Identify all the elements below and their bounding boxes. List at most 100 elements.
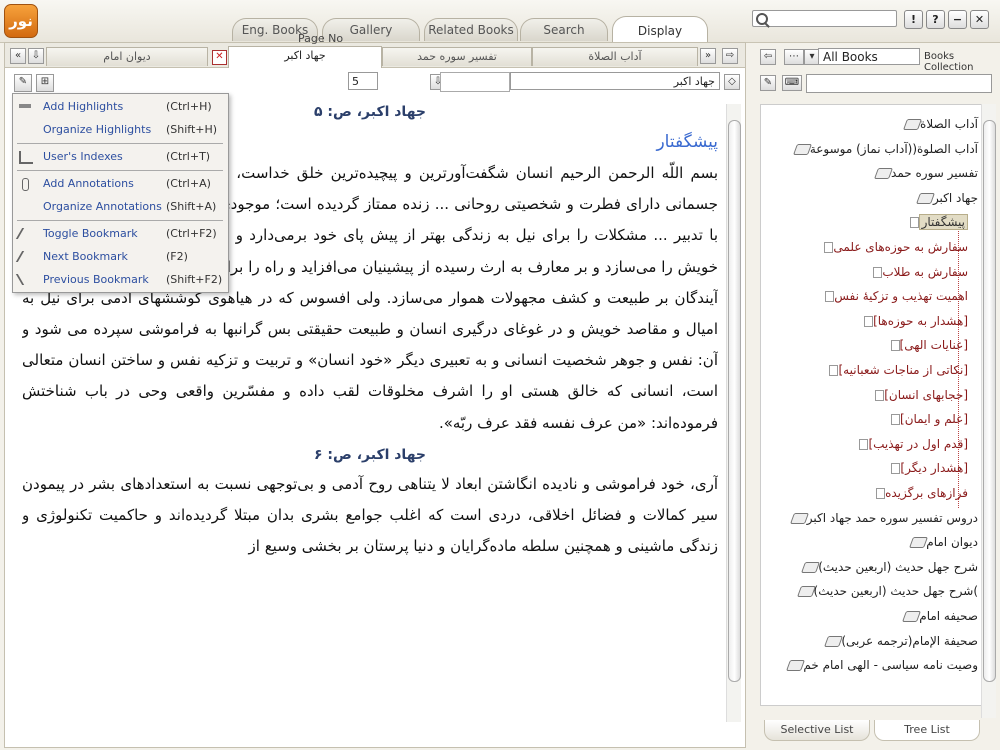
tree-subitem[interactable]: [نکاتی از مناجات شعبانیه] — [824, 358, 968, 382]
tree-book-item[interactable]: شرح جهل حدیث (اربعین حدیث) — [797, 555, 978, 579]
tools-icon[interactable]: ✎ — [760, 75, 776, 91]
menu-toggle-bookmark[interactable]: Toggle Bookmark (Ctrl+F2) — [13, 222, 228, 245]
tab-search[interactable]: Search — [520, 18, 608, 41]
doc-tab-divan-imam[interactable]: دیوان امام — [46, 47, 208, 66]
tree-item-label: شرح جهل حدیث (اربعین حدیث) — [818, 559, 978, 574]
highlight-icon — [19, 104, 31, 108]
tree-book-item[interactable]: دروس تفسیر سوره حمد جهاد اکبر — [786, 506, 978, 530]
tree-subitem[interactable]: [قدم اول در تهذیب] — [854, 432, 968, 456]
tree-item-label: پیشگفتار — [918, 214, 968, 231]
content-scrollbar-thumb[interactable] — [728, 120, 741, 682]
menu-users-indexes[interactable]: User's Indexes (Ctrl+T) — [13, 145, 228, 168]
menu-organize-highlights[interactable]: Organize Highlights (Shift+H) — [13, 118, 228, 141]
secondary-field[interactable] — [440, 72, 510, 92]
tree-subitem[interactable]: سفارش به حوزه‌های علمی — [819, 235, 968, 259]
tools-wrench-icon[interactable]: ✎ — [14, 74, 32, 92]
tree-item-label: فرازهای برگزیده — [885, 486, 968, 500]
page-icon — [873, 266, 883, 278]
menu-separator — [17, 220, 223, 221]
page-icon — [875, 389, 885, 401]
tree-item-label: اهمیت تهذیب و تزکیهٔ نفس — [834, 289, 968, 304]
tree-scrollbar[interactable] — [981, 104, 996, 718]
tree-item-label: [حجابهای انسان] — [884, 387, 968, 402]
tree-book-item[interactable]: صحیفه امام — [898, 604, 978, 628]
tab-menu-down-icon[interactable]: ⇩ — [28, 48, 44, 64]
book-filter-input[interactable] — [806, 74, 992, 93]
tree-item-label: سفارش به طلاب — [882, 264, 968, 279]
tree-book-item[interactable]: دیوان امام — [905, 530, 978, 554]
tab-related-books[interactable]: Related Books — [424, 18, 518, 41]
page-heading-6: جهاد اکبر، ص: ۶ — [313, 446, 427, 463]
paragraph-2: آری، خود فراموشی و نادیده انگاشتن ابعاد … — [22, 474, 718, 556]
tree-book-item[interactable]: صحیفة الإمام(ترجمه عربی) — [820, 629, 978, 653]
menu-organize-annotations[interactable]: Organize Annotations (Shift+A) — [13, 195, 228, 218]
tree-item-label: آداب الصلوة((آداب نماز) موسوعة — [809, 141, 978, 156]
tag-icon[interactable]: ◇ — [724, 74, 740, 90]
tree-item-label: [عنایات الهی] — [899, 338, 968, 353]
tree-subitem[interactable]: اهمیت تهذیب و تزکیهٔ نفس — [820, 284, 968, 308]
current-book-field[interactable]: جهاد اکبر — [510, 72, 720, 90]
tree-book-item[interactable]: آداب الصلوة((آداب نماز) موسوعة — [789, 137, 978, 161]
scroll-tabs-right-button[interactable]: » — [700, 48, 716, 64]
tree-subitem[interactable]: فرازهای برگزیده — [871, 481, 968, 505]
index-icon — [19, 151, 33, 164]
scroll-tabs-left-button[interactable]: « — [10, 48, 26, 64]
tree-item-label: صحیفة الإمام(ترجمه عربی) — [841, 633, 978, 648]
tree-subitem[interactable]: [هشدار دیگر] — [886, 456, 968, 480]
tree-book-item[interactable]: تفسیر سوره حمد — [870, 161, 978, 185]
layout-toggle-icon[interactable]: ⊞ — [36, 74, 54, 92]
paperclip-icon — [22, 178, 29, 191]
tree-subitem[interactable]: [عنایات الهی] — [886, 333, 968, 357]
tree-scrollbar-thumb[interactable] — [983, 120, 996, 682]
page-icon — [909, 217, 919, 229]
tree-item-label: وصیت نامه سیاسی - الهی امام خم — [803, 658, 978, 673]
help-button[interactable]: ? — [926, 10, 945, 29]
tree-subitem[interactable]: [حجابهای انسان] — [870, 383, 968, 407]
tree-book-item[interactable]: وصیت نامه سیاسی - الهی امام خم — [782, 653, 978, 677]
back-arrow-icon[interactable]: ⇦ — [760, 49, 776, 65]
app-logo: نور — [4, 4, 38, 38]
page-number-label: Page No — [298, 32, 344, 45]
menu-add-highlights[interactable]: Add Highlights (Ctrl+H) — [13, 95, 228, 118]
page-icon — [890, 340, 900, 352]
keyboard-icon[interactable]: ⌨ — [782, 75, 802, 91]
close-tab-icon[interactable]: ✕ — [212, 50, 227, 65]
more-options-icon[interactable]: ⋯ — [784, 49, 804, 65]
tree-subitem[interactable]: سفارش به طلاب — [868, 260, 968, 284]
forward-arrow-icon[interactable]: ⇨ — [722, 48, 738, 64]
tree-item-label: جهاد اکبر — [932, 190, 978, 205]
books-collection-label: Books Collection — [924, 51, 974, 73]
menu-next-bookmark[interactable]: Next Bookmark (F2) — [13, 245, 228, 268]
tree-subitem[interactable]: [علم و ایمان] — [886, 407, 968, 431]
menu-previous-bookmark[interactable]: Previous Bookmark (Shift+F2) — [13, 268, 228, 291]
tree-book-item[interactable]: آداب الصلاة — [899, 112, 978, 136]
doc-tab-jihad-akbar[interactable]: جهاد اکبر — [228, 46, 382, 68]
page-icon — [876, 488, 886, 499]
page-number-input[interactable]: 5 — [348, 72, 378, 90]
close-button[interactable]: ✕ — [970, 10, 989, 29]
tab-display[interactable]: Display — [612, 16, 708, 43]
tree-item-label: [هشدار به حوزه‌ها] — [873, 313, 968, 328]
tab-selective-list[interactable]: Selective List — [764, 720, 870, 741]
menu-add-annotations[interactable]: Add Annotations (Ctrl+A) — [13, 172, 228, 195]
help-info-button[interactable]: ! — [904, 10, 923, 29]
bookmark-icon — [15, 228, 37, 239]
tree-item-label: صحیفه امام — [919, 609, 978, 623]
tree-book-item[interactable]: جهاد اکبر — [912, 186, 978, 210]
tree-subitem[interactable]: پیشگفتار — [905, 210, 968, 234]
books-collection-select[interactable]: All Books — [818, 48, 920, 65]
tree-item-label: آداب الصلاة — [920, 117, 978, 131]
previous-bookmark-icon — [15, 274, 37, 285]
next-bookmark-icon — [15, 251, 37, 262]
page-icon — [825, 291, 835, 303]
tree-item-label: شرح جهل حدیث (اربعین حدیث)( — [813, 584, 978, 599]
tree-subitem[interactable]: [هشدار به حوزه‌ها] — [859, 309, 968, 333]
tab-tree-list[interactable]: Tree List — [874, 720, 980, 741]
doc-tab-adab-salat[interactable]: آداب الصلاة — [532, 47, 698, 66]
content-scrollbar[interactable] — [726, 104, 741, 722]
global-search-input[interactable] — [752, 10, 897, 27]
doc-tab-tafsir-hamd[interactable]: تفسیر سوره حمد — [382, 47, 532, 66]
tree-book-item[interactable]: شرح جهل حدیث (اربعین حدیث)( — [793, 579, 978, 603]
tree-item-label: دروس تفسیر سوره حمد جهاد اکبر — [806, 510, 978, 525]
minimize-button[interactable]: − — [948, 10, 967, 29]
